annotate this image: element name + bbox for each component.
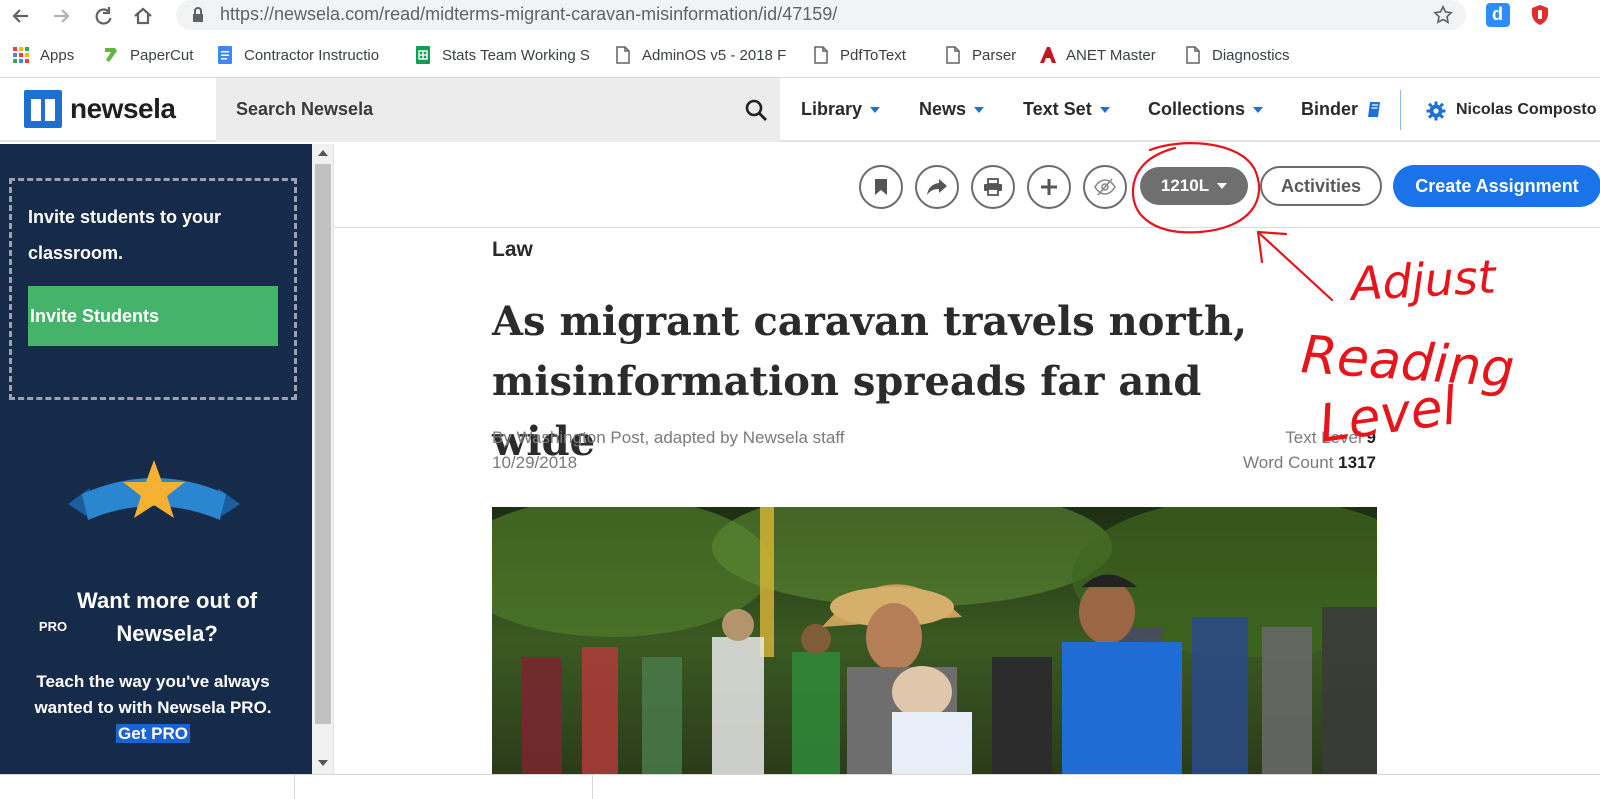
bookmark-diagnostics[interactable]: Diagnostics [1184,44,1290,66]
newsela-logo[interactable]: newsela [24,90,176,128]
nav-news[interactable]: News [919,99,985,120]
word-count: Word Count 1317 [1243,453,1376,472]
page-icon [944,46,962,64]
chevron-down-icon [870,106,881,113]
reload-icon [95,7,112,25]
back-button[interactable] [8,3,34,29]
home-button[interactable] [130,3,156,29]
arrow-right-icon [54,9,70,23]
url-text: https://newsela.com/read/midterms-migran… [220,4,838,24]
share-icon [927,179,947,195]
docs-icon [216,46,234,64]
extension-d-icon[interactable]: d [1486,3,1510,27]
user-menu[interactable]: Nicolas Composto [1456,101,1596,119]
sheets-icon [414,46,432,64]
annotation-arrow [1256,230,1334,302]
hide-icon [1094,178,1116,196]
nav-divider [1400,90,1401,130]
annotation-text-adjust: Adjust [1347,249,1499,311]
get-pro-link[interactable]: Get PRO [116,724,190,743]
add-button[interactable] [1027,165,1071,209]
chevron-down-icon [974,106,985,113]
star-icon[interactable] [1432,4,1454,26]
arrow-left-icon [12,9,28,23]
bookmark-anet-master[interactable]: ANET Master [1038,44,1156,66]
scroll-down-icon[interactable] [318,760,328,766]
chevron-down-icon [1253,106,1264,113]
reload-button[interactable] [90,3,116,29]
scroll-up-icon[interactable] [318,150,328,156]
bookmark-button[interactable] [859,165,903,209]
sidebar: Invite students to your classroom. Invit… [0,144,312,774]
search-input[interactable]: Search Newsela [236,99,373,120]
create-assignment-button[interactable]: Create Assignment [1393,165,1600,207]
nav-text-set[interactable]: Text Set [1023,99,1110,120]
add-icon [1041,179,1057,195]
bottom-bar [0,774,1600,799]
gear-icon[interactable] [1426,101,1446,121]
apps-grid-icon [12,46,30,64]
bookmark-icon [875,179,887,195]
pro-body: Teach the way you've always wanted to wi… [34,672,272,743]
nav-collections[interactable]: Collections [1148,99,1264,120]
site-header: newsela Search Newsela Library News Text… [0,78,1600,142]
address-bar[interactable]: https://newsela.com/read/midterms-migran… [176,0,1466,30]
print-icon [984,178,1002,196]
scroll-thumb[interactable] [315,164,331,724]
acrobat-icon [1038,46,1056,64]
sidebar-scrollbar[interactable] [312,144,334,774]
extension-shield-icon[interactable] [1528,3,1552,27]
invite-message: Invite students to your classroom. [28,207,222,263]
search-bar[interactable]: Search Newsela [216,78,780,142]
bookmark-contractor[interactable]: Contractor Instructio [216,44,379,66]
invite-panel: Invite students to your classroom. Invit… [9,178,297,400]
nav-library[interactable]: Library [801,99,881,120]
bookmark-stats-team[interactable]: Stats Team Working S [414,44,590,66]
reading-level-dropdown[interactable]: 1210L [1140,167,1248,205]
bookmark-apps[interactable]: Apps [12,44,74,66]
article-byline: By Washington Post, adapted by Newsela s… [492,428,845,447]
invite-students-button[interactable]: Invite Students [28,286,278,346]
activities-button[interactable]: Activities [1260,166,1382,206]
bookmark-parser[interactable]: Parser [944,44,1016,66]
pro-star-badge-icon [68,460,240,520]
article-date: 10/29/2018 [492,453,578,472]
migrant-caravan-photo [492,507,1377,774]
hide-button[interactable] [1083,165,1127,209]
search-icon[interactable] [744,98,768,122]
bookmarks-bar: Apps PaperCut Contractor Instructio Stat… [0,40,1600,70]
share-button[interactable] [915,165,959,209]
article-toolbar: 1210L Activities Create Assignment [334,144,1600,228]
page-icon [614,46,632,64]
bookmark-pdftotext[interactable]: PdfToText [812,44,906,66]
page-icon [812,46,830,64]
article-topic[interactable]: Law [492,238,533,262]
annotation-text-reading: Reading [1299,325,1516,400]
binder-icon [1368,101,1381,117]
pro-title: PROWant more out of Newsela? [38,588,258,646]
papercut-icon [102,46,120,64]
newsela-logo-icon [24,90,62,128]
nav-binder[interactable]: Binder [1301,99,1382,120]
chevron-down-icon [1099,106,1110,113]
bookmark-adminos[interactable]: AdminOS v5 - 2018 F [614,44,786,66]
text-level: Text Level 9 [1285,428,1376,447]
bookmark-papercut[interactable]: PaperCut [102,44,193,66]
lock-icon [193,7,203,22]
article-photo [492,507,1377,774]
page-icon [1184,46,1202,64]
print-button[interactable] [971,165,1015,209]
home-icon [134,7,152,25]
browser-chrome: https://newsela.com/read/midterms-migran… [0,0,1600,78]
chevron-down-icon [1217,183,1228,189]
forward-button[interactable] [48,3,74,29]
